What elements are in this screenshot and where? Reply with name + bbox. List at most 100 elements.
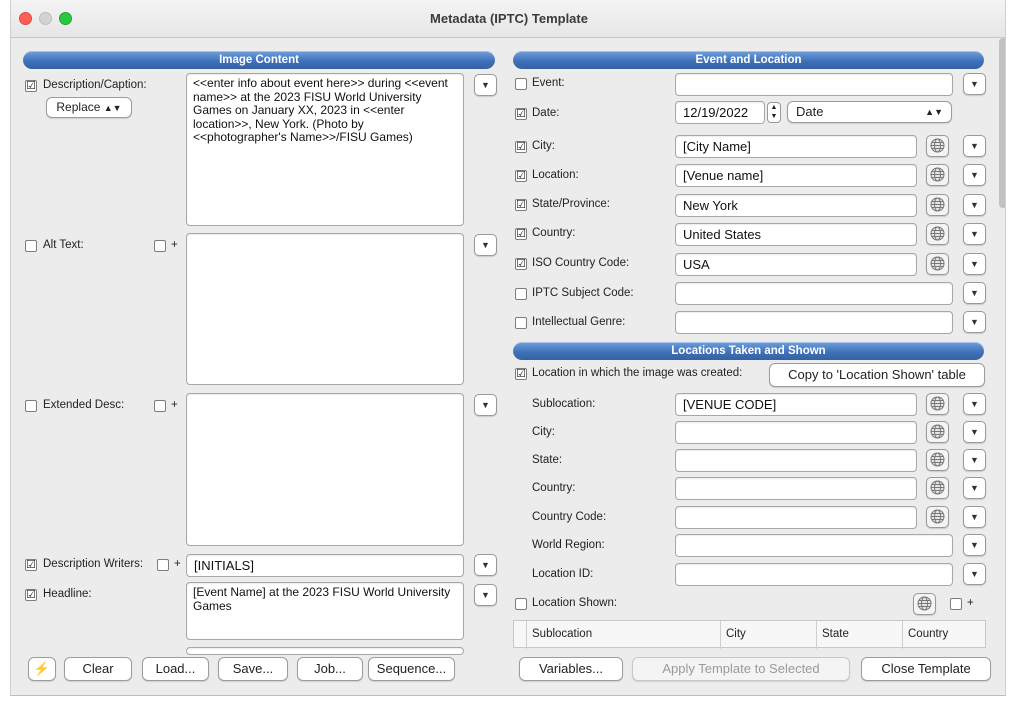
globe-icon: [930, 256, 945, 271]
created-city-field[interactable]: [675, 421, 917, 444]
alt-text-dropdown-button[interactable]: ▼: [474, 234, 497, 256]
location-shown-globe-button[interactable]: [913, 593, 936, 615]
state-province-dropdown-button[interactable]: ▼: [963, 194, 986, 216]
location-globe-button[interactable]: [926, 164, 949, 186]
location-created-checkbox[interactable]: ☑: [515, 368, 527, 380]
apply-template-button[interactable]: Apply Template to Selected: [632, 657, 850, 681]
column-country[interactable]: Country: [908, 628, 948, 640]
sublocation-dropdown-button[interactable]: ▼: [963, 393, 986, 415]
description-writers-field[interactable]: [INITIALS]: [186, 554, 464, 577]
extended-desc-textarea[interactable]: [186, 393, 464, 546]
flash-button[interactable]: ⚡: [28, 657, 56, 681]
created-state-globe-button[interactable]: [926, 449, 949, 471]
extended-desc-plus-checkbox[interactable]: [154, 400, 166, 412]
clear-button[interactable]: Clear: [64, 657, 132, 681]
world-region-field[interactable]: [675, 534, 953, 557]
column-sublocation[interactable]: Sublocation: [532, 628, 592, 640]
vertical-scrollbar[interactable]: [999, 38, 1005, 208]
sublocation-globe-button[interactable]: [926, 393, 949, 415]
date-stepper[interactable]: ▲ ▼: [767, 102, 781, 123]
created-country-globe-button[interactable]: [926, 477, 949, 499]
country-globe-button[interactable]: [926, 223, 949, 245]
chevron-down-icon: ▼: [481, 590, 490, 600]
extended-desc-dropdown-button[interactable]: ▼: [474, 394, 497, 416]
alt-text-plus-checkbox[interactable]: [154, 240, 166, 252]
alt-text-textarea[interactable]: [186, 233, 464, 385]
description-mode-select[interactable]: Replace ▲▼: [46, 97, 132, 118]
iptc-subject-code-dropdown-button[interactable]: ▼: [963, 282, 986, 304]
country-dropdown-button[interactable]: ▼: [963, 223, 986, 245]
description-checkbox[interactable]: ☑: [25, 80, 37, 92]
description-dropdown-button[interactable]: ▼: [474, 74, 497, 96]
world-region-dropdown-button[interactable]: ▼: [963, 534, 986, 556]
iso-country-code-dropdown-button[interactable]: ▼: [963, 253, 986, 275]
iso-country-code-checkbox[interactable]: ☑: [515, 258, 527, 270]
state-province-checkbox[interactable]: ☑: [515, 199, 527, 211]
country-checkbox[interactable]: ☑: [515, 228, 527, 240]
copy-to-location-shown-button[interactable]: Copy to 'Location Shown' table: [769, 363, 985, 387]
created-country-field[interactable]: [675, 477, 917, 500]
iptc-subject-code-field[interactable]: [675, 282, 953, 305]
job-button[interactable]: Job...: [297, 657, 363, 681]
location-id-dropdown-button[interactable]: ▼: [963, 563, 986, 585]
alt-text-checkbox[interactable]: [25, 240, 37, 252]
event-field[interactable]: [675, 73, 953, 96]
iptc-subject-code-checkbox[interactable]: [515, 288, 527, 300]
chevron-down-icon: ▼: [970, 483, 979, 493]
save-button[interactable]: Save...: [218, 657, 288, 681]
created-country-code-dropdown-button[interactable]: ▼: [963, 506, 986, 528]
chevron-down-icon: ▼: [970, 200, 979, 210]
headline-dropdown-button[interactable]: ▼: [474, 584, 497, 606]
created-country-dropdown-button[interactable]: ▼: [963, 477, 986, 499]
date-checkbox[interactable]: ☑: [515, 108, 527, 120]
location-field[interactable]: [Venue name]: [675, 164, 917, 187]
country-field[interactable]: United States: [675, 223, 917, 246]
location-id-field[interactable]: [675, 563, 953, 586]
created-city-dropdown-button[interactable]: ▼: [963, 421, 986, 443]
iso-globe-button[interactable]: [926, 253, 949, 275]
world-region-label: World Region:: [532, 539, 605, 551]
city-dropdown-button[interactable]: ▼: [963, 135, 986, 157]
sequence-button[interactable]: Sequence...: [368, 657, 455, 681]
location-shown-plus-checkbox[interactable]: [950, 598, 962, 610]
location-shown-checkbox[interactable]: [515, 598, 527, 610]
chevron-down-icon: ▼: [970, 540, 979, 550]
description-textarea[interactable]: <<enter info about event here>> during <…: [186, 73, 464, 226]
chevron-down-icon: ▼: [970, 79, 979, 89]
state-globe-button[interactable]: [926, 194, 949, 216]
description-writers-checkbox[interactable]: ☑: [25, 559, 37, 571]
load-button[interactable]: Load...: [142, 657, 209, 681]
city-field[interactable]: [City Name]: [675, 135, 917, 158]
next-field-textarea[interactable]: [186, 647, 464, 655]
state-province-field[interactable]: New York: [675, 194, 917, 217]
location-dropdown-button[interactable]: ▼: [963, 164, 986, 186]
city-checkbox[interactable]: ☑: [515, 141, 527, 153]
globe-icon: [930, 226, 945, 241]
date-type-select[interactable]: Date ▲▼: [787, 101, 952, 123]
description-writers-dropdown-button[interactable]: ▼: [474, 554, 497, 576]
column-city[interactable]: City: [726, 628, 746, 640]
sublocation-field[interactable]: [VENUE CODE]: [675, 393, 917, 416]
city-globe-button[interactable]: [926, 135, 949, 157]
date-field[interactable]: 12/19/2022: [675, 101, 765, 124]
location-checkbox[interactable]: ☑: [515, 170, 527, 182]
intellectual-genre-dropdown-button[interactable]: ▼: [963, 311, 986, 333]
column-state[interactable]: State: [822, 628, 849, 640]
created-country-code-globe-button[interactable]: [926, 506, 949, 528]
event-dropdown-button[interactable]: ▼: [963, 73, 986, 95]
close-template-button[interactable]: Close Template: [861, 657, 991, 681]
variables-button[interactable]: Variables...: [519, 657, 623, 681]
created-country-code-field[interactable]: [675, 506, 917, 529]
iso-country-code-field[interactable]: USA: [675, 253, 917, 276]
iso-country-code-label: ISO Country Code:: [532, 257, 630, 269]
extended-desc-checkbox[interactable]: [25, 400, 37, 412]
created-state-dropdown-button[interactable]: ▼: [963, 449, 986, 471]
created-city-globe-button[interactable]: [926, 421, 949, 443]
intellectual-genre-checkbox[interactable]: [515, 317, 527, 329]
headline-checkbox[interactable]: ☑: [25, 589, 37, 601]
intellectual-genre-field[interactable]: [675, 311, 953, 334]
headline-textarea[interactable]: [Event Name] at the 2023 FISU World Univ…: [186, 582, 464, 640]
created-state-field[interactable]: [675, 449, 917, 472]
event-checkbox[interactable]: [515, 78, 527, 90]
description-writers-plus-checkbox[interactable]: [157, 559, 169, 571]
